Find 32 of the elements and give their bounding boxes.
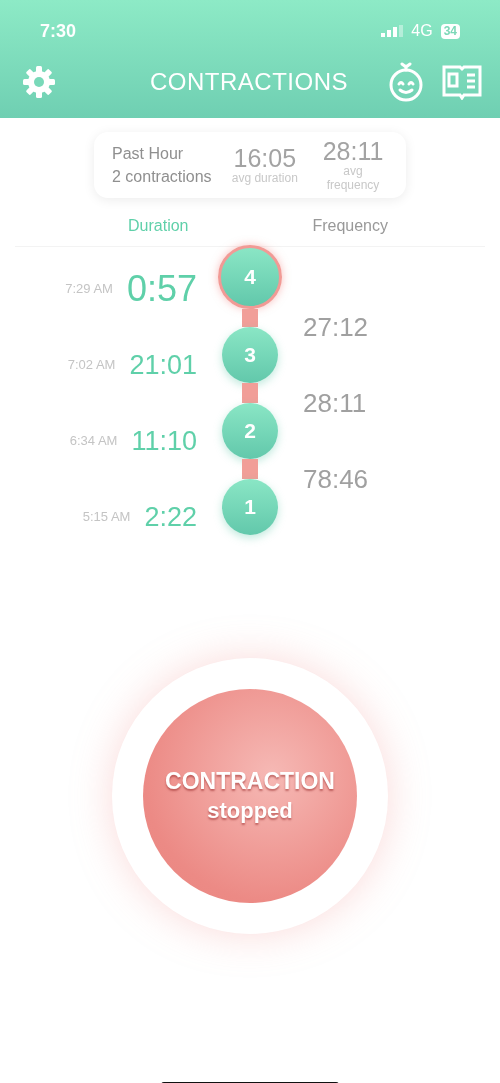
contraction-duration: 2:22 [144, 500, 197, 534]
column-tab[interactable]: Frequency [312, 214, 388, 238]
contraction-duration: 0:57 [126, 267, 197, 311]
status-time: 7:30 [40, 19, 77, 43]
contraction-frequency: 27:12 [303, 310, 369, 344]
contraction-frequency: 28:11 [303, 386, 367, 420]
contraction-duration: 21:01 [129, 348, 197, 382]
column-tab[interactable]: Duration [128, 214, 189, 238]
screen-title: CONTRACTIONS [150, 67, 348, 97]
battery-level: 34 [440, 23, 460, 39]
contraction-time: 7:02 AM [67, 356, 116, 375]
network-label: 4G [411, 21, 433, 41]
stat-value: 28:11 [321, 138, 385, 164]
contraction-frequency: 78:46 [303, 462, 369, 496]
contraction-time: 5:15 AM [82, 508, 131, 527]
timeline-connector [242, 459, 258, 479]
contraction-time: 6:34 AM [69, 432, 118, 451]
book-icon[interactable] [442, 64, 482, 100]
signal-icon [381, 25, 404, 37]
timeline-connector [242, 309, 258, 327]
contraction-marker[interactable]: 4 [218, 245, 282, 309]
contraction-duration: 11:10 [131, 424, 197, 458]
stat-value: 16:05 [232, 145, 298, 171]
contraction-marker[interactable]: 3 [222, 327, 278, 383]
contraction-count: 2 contractions [112, 167, 212, 187]
contraction-time: 7:29 AM [65, 280, 113, 299]
contraction-marker[interactable]: 2 [222, 403, 278, 459]
contraction-button[interactable]: CONTRACTION stopped [143, 689, 357, 903]
timeline-connector [242, 383, 258, 403]
settings-icon[interactable] [22, 65, 56, 99]
summary-period: Past Hour [112, 144, 185, 164]
contraction-marker[interactable]: 1 [222, 479, 278, 535]
